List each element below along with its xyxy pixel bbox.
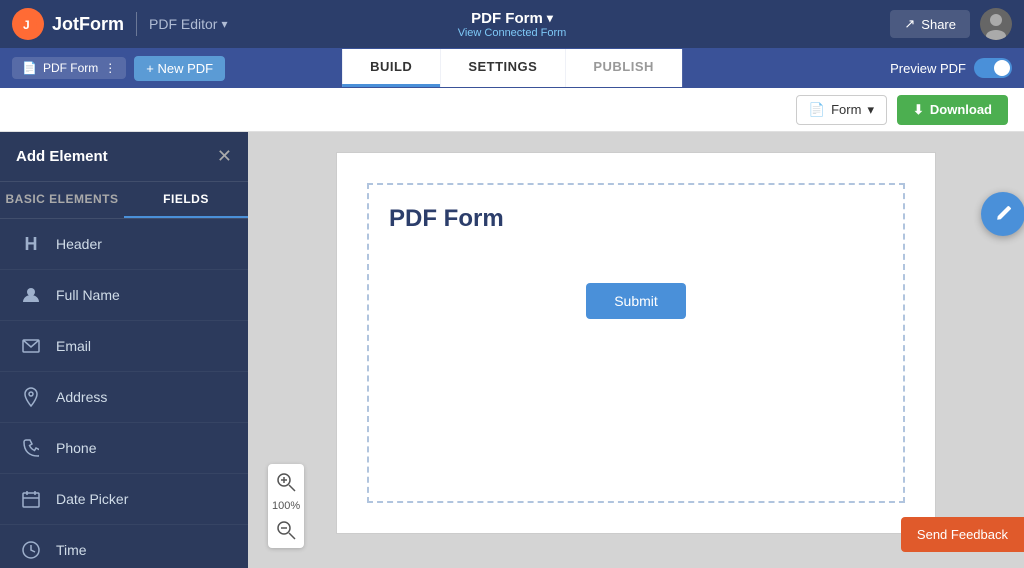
sidebar-item-phone[interactable]: Phone xyxy=(0,423,248,474)
address-icon xyxy=(20,386,42,408)
sidebar-item-label: Address xyxy=(56,389,107,405)
pdf-form-title: PDF Form xyxy=(389,205,504,233)
sidebar-item-email[interactable]: Email xyxy=(0,321,248,372)
canvas-area: PDF Form Submit 100% xyxy=(248,132,1024,568)
sidebar: Add Element ✕ BASIC ELEMENTS FIELDS H He… xyxy=(0,132,248,568)
sidebar-item-label: Time xyxy=(56,542,87,558)
form-title: PDF Form ▾ xyxy=(471,10,553,27)
nav-right: ↗ Share xyxy=(890,8,1012,40)
tab-basic-elements[interactable]: BASIC ELEMENTS xyxy=(0,182,124,218)
center-nav: PDF Form ▾ View Connected Form xyxy=(458,10,567,39)
zoom-controls: 100% xyxy=(268,464,304,548)
pdf-canvas: PDF Form Submit xyxy=(336,152,936,534)
sidebar-item-label: Date Picker xyxy=(56,491,128,507)
email-icon xyxy=(20,335,42,357)
sidebar-items: H Header Full Name Email Address xyxy=(0,219,248,568)
pdf-editor-label: PDF Editor ▾ xyxy=(149,16,228,32)
chevron-down-icon: ▾ xyxy=(221,17,227,31)
nav-divider xyxy=(136,12,137,36)
avatar xyxy=(980,8,1012,40)
sidebar-item-label: Email xyxy=(56,338,91,354)
sidebar-title: Add Element xyxy=(16,148,108,165)
file-icon: 📄 xyxy=(22,61,37,75)
zoom-out-button[interactable] xyxy=(272,516,300,544)
preview-toggle[interactable] xyxy=(974,58,1012,78)
zoom-in-button[interactable] xyxy=(272,468,300,496)
toggle-knob xyxy=(994,60,1010,76)
pdf-form-badge: 📄 PDF Form ⋮ xyxy=(12,57,126,79)
datepicker-icon xyxy=(20,488,42,510)
sidebar-item-label: Full Name xyxy=(56,287,120,303)
sidebar-item-datepicker[interactable]: Date Picker xyxy=(0,474,248,525)
logo-text: JotForm xyxy=(52,14,124,35)
download-icon: ⬇ xyxy=(913,102,924,118)
tab-publish[interactable]: PUBLISH xyxy=(565,49,682,87)
main-layout: Add Element ✕ BASIC ELEMENTS FIELDS H He… xyxy=(0,132,1024,568)
time-icon xyxy=(20,539,42,561)
send-feedback-button[interactable]: Send Feedback xyxy=(901,517,1024,552)
zoom-percentage: 100% xyxy=(272,500,300,512)
tab-build[interactable]: BUILD xyxy=(342,49,440,87)
toolbar: 📄 Form ▾ ⬇ Download xyxy=(0,88,1024,132)
preview-label: Preview PDF xyxy=(890,61,966,76)
new-pdf-button[interactable]: + New PDF xyxy=(134,56,225,81)
form-chevron-icon: ▾ xyxy=(867,102,874,118)
logo-area: J JotForm xyxy=(12,8,124,40)
second-bar: 📄 PDF Form ⋮ + New PDF BUILD SETTINGS PU… xyxy=(0,48,1024,88)
submit-button[interactable]: Submit xyxy=(586,283,686,319)
preview-area: Preview PDF xyxy=(890,58,1012,78)
form-icon: 📄 xyxy=(809,102,825,118)
main-tabs: BUILD SETTINGS PUBLISH xyxy=(342,49,682,87)
close-icon[interactable]: ✕ xyxy=(217,146,232,167)
jotform-logo-icon: J xyxy=(12,8,44,40)
share-icon: ↗ xyxy=(904,16,915,32)
sidebar-item-header[interactable]: H Header xyxy=(0,219,248,270)
download-button[interactable]: ⬇ Download xyxy=(897,95,1008,125)
phone-icon xyxy=(20,437,42,459)
fullname-icon xyxy=(20,284,42,306)
sidebar-header: Add Element ✕ xyxy=(0,132,248,182)
view-connected-link[interactable]: View Connected Form xyxy=(458,27,567,39)
svg-text:J: J xyxy=(23,18,30,32)
tab-fields[interactable]: FIELDS xyxy=(124,182,248,218)
form-dropdown-button[interactable]: 📄 Form ▾ xyxy=(796,95,887,125)
sidebar-item-time[interactable]: Time xyxy=(0,525,248,568)
sidebar-tabs: BASIC ELEMENTS FIELDS xyxy=(0,182,248,219)
tab-settings[interactable]: SETTINGS xyxy=(440,49,565,87)
sidebar-item-address[interactable]: Address xyxy=(0,372,248,423)
header-icon: H xyxy=(20,233,42,255)
fab-edit-button[interactable] xyxy=(981,192,1024,236)
sidebar-item-fullname[interactable]: Full Name xyxy=(0,270,248,321)
share-button[interactable]: ↗ Share xyxy=(890,10,970,38)
badge-dots-icon: ⋮ xyxy=(104,61,116,75)
sidebar-item-label: Phone xyxy=(56,440,96,456)
form-title-chevron-icon: ▾ xyxy=(547,11,553,25)
pdf-inner-border: PDF Form Submit xyxy=(367,183,905,503)
sidebar-item-label: Header xyxy=(56,236,102,252)
top-nav: J JotForm PDF Editor ▾ PDF Form ▾ View C… xyxy=(0,0,1024,48)
